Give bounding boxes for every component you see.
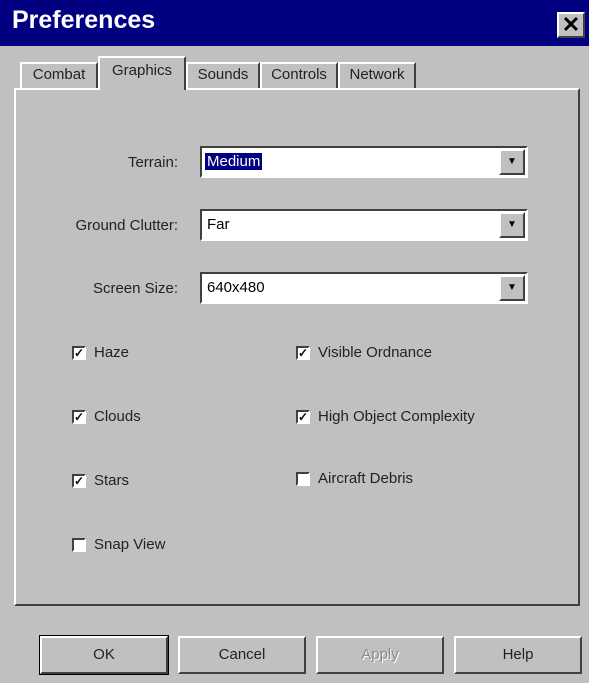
help-button[interactable]: Help [454, 636, 582, 674]
title-bar: Preferences ✕ [0, 0, 589, 46]
visible-ordnance-check-icon[interactable]: ✓ [296, 346, 310, 360]
ground-clutter-select[interactable]: Far ▼ [200, 209, 528, 241]
snap-view-check-icon[interactable] [72, 538, 86, 552]
ground-clutter-value: Far [207, 216, 230, 233]
clouds-check-icon[interactable]: ✓ [72, 410, 86, 424]
screen-size-label: Screen Size: [92, 280, 178, 297]
terrain-label: Terrain: [127, 154, 178, 171]
screen-size-select[interactable]: 640x480 ▼ [200, 272, 528, 304]
apply-button[interactable]: Apply [316, 636, 444, 674]
close-button[interactable]: ✕ [557, 12, 585, 38]
screen-size-value: 640x480 [207, 279, 265, 296]
tab-sounds[interactable]: Sounds [186, 62, 260, 88]
tab-network-label: Network [349, 66, 405, 83]
stars-label: Stars [94, 472, 130, 489]
ground-clutter-dropdown-button[interactable]: ▼ [499, 212, 525, 238]
chevron-down-icon: ▼ [507, 156, 517, 167]
aircraft-debris-label: Aircraft Debris [318, 470, 414, 487]
clouds-label: Clouds [94, 408, 141, 425]
tab-sounds-label: Sounds [197, 66, 249, 83]
visible-ordnance-label: Visible Ordnance [318, 344, 432, 361]
stars-check-icon[interactable]: ✓ [72, 474, 86, 488]
window-title: Preferences [12, 6, 156, 34]
ground-clutter-label: Ground Clutter: [75, 217, 178, 234]
tab-combat-label: Combat [32, 66, 86, 83]
haze-check-icon[interactable]: ✓ [72, 346, 86, 360]
ok-button[interactable]: OK [39, 635, 169, 675]
terrain-select[interactable]: Medium ▼ [200, 146, 528, 178]
haze-label: Haze [94, 344, 130, 361]
snap-view-label: Snap View [94, 536, 166, 553]
tab-controls-label: Controls [271, 66, 327, 83]
close-icon: ✕ [561, 12, 581, 37]
chevron-down-icon: ▼ [507, 282, 517, 293]
cancel-button[interactable]: Cancel [178, 636, 306, 674]
tab-graphics-label: Graphics [111, 62, 173, 79]
tab-graphics[interactable]: Graphics [98, 56, 186, 90]
tab-network[interactable]: Network [338, 62, 416, 88]
terrain-value: Medium [205, 153, 263, 170]
aircraft-debris-check-icon[interactable] [296, 472, 310, 486]
high-object-complexity-label: High Object Complexity [318, 408, 475, 425]
terrain-dropdown-button[interactable]: ▼ [499, 149, 525, 175]
screen-size-dropdown-button[interactable]: ▼ [499, 275, 525, 301]
tab-controls[interactable]: Controls [260, 62, 338, 88]
chevron-down-icon: ▼ [507, 219, 517, 230]
high-object-complexity-check-icon[interactable]: ✓ [296, 410, 310, 424]
tab-combat[interactable]: Combat [20, 62, 98, 88]
